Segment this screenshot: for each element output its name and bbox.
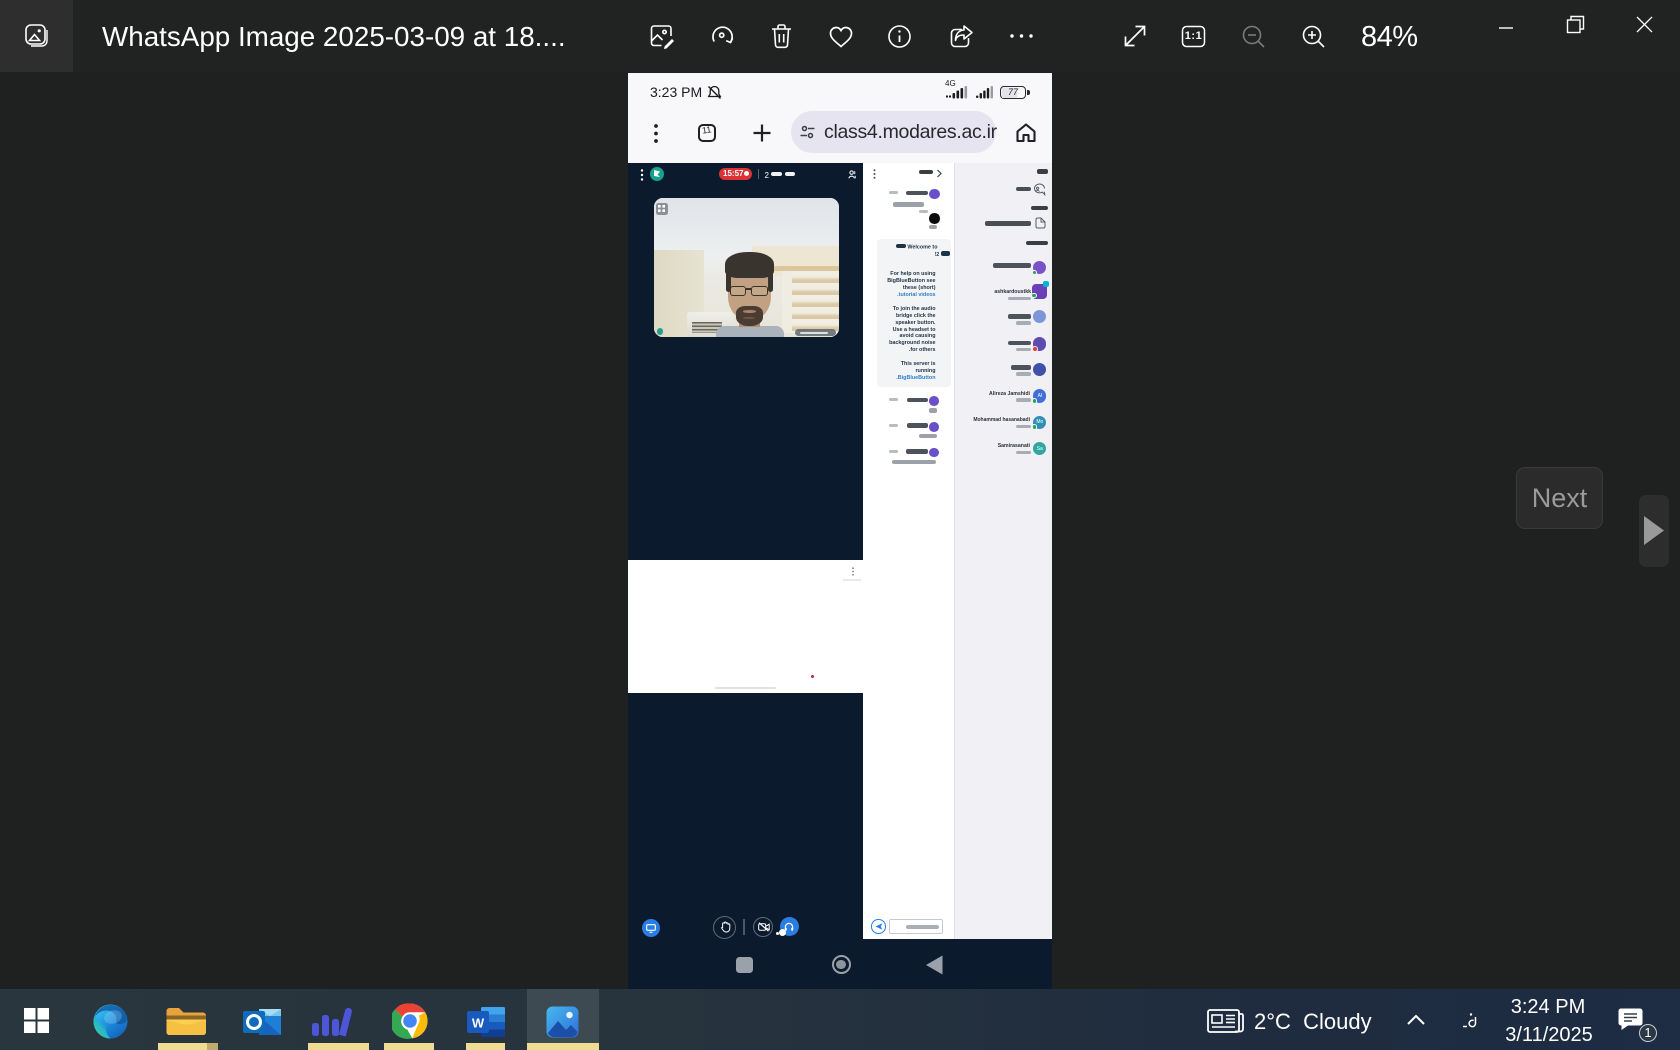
svg-text:W: W	[472, 1016, 485, 1031]
